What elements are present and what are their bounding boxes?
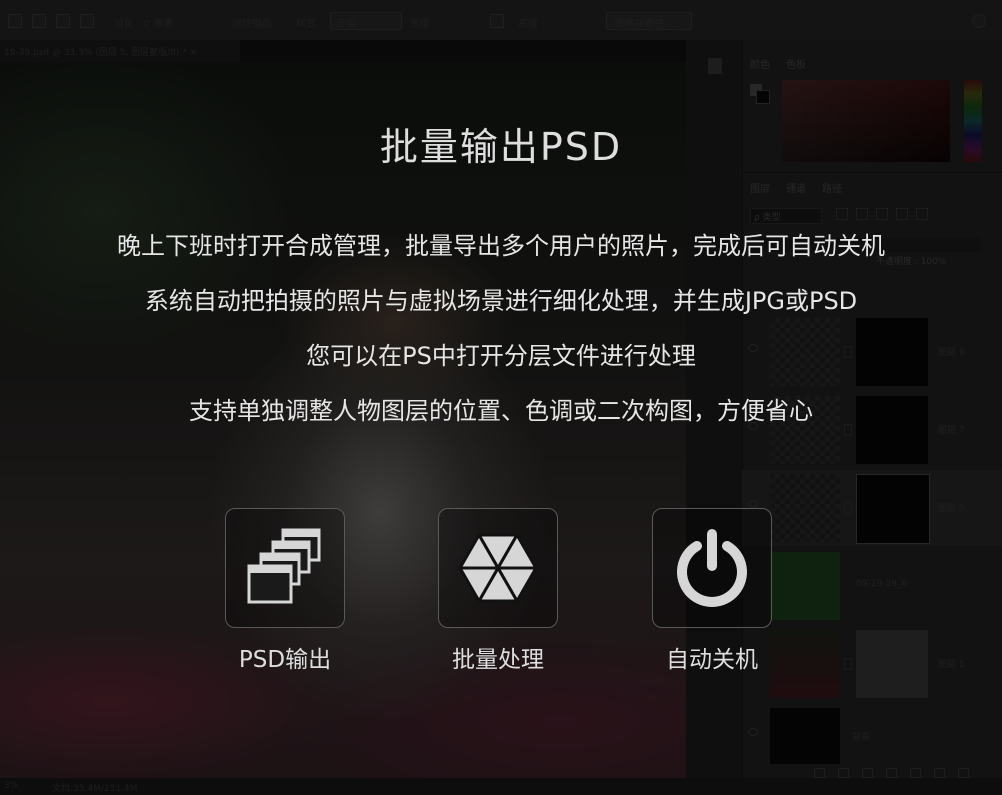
hexagon-segments-icon [458,533,538,603]
promo-line: 晚上下班时打开合成管理，批量导出多个用户的照片，完成后可自动关机 [117,232,885,260]
power-icon [677,529,747,607]
feature-label: 批量处理 [452,647,544,673]
feature-batch: 批量处理 [398,508,598,674]
promo-line: 系统自动把拍摄的照片与虚拟场景进行细化处理，并生成JPG或PSD [144,287,858,315]
feature-label: 自动关机 [666,647,758,673]
promo-line: 您可以在PS中打开分层文件进行处理 [306,342,696,370]
promo-line: 支持单独调整人物图层的位置、色调或二次构图，方便省心 [189,397,813,425]
batch-process-button[interactable] [438,508,558,628]
auto-shutdown-button[interactable] [652,508,772,628]
feature-shutdown: 自动关机 [612,508,812,674]
promo-overlay: 批量输出PSD 晚上下班时打开合成管理，批量导出多个用户的照片，完成后可自动关机… [0,0,1002,795]
promo-title: 批量输出PSD [379,125,623,169]
stacked-windows-icon [247,528,321,604]
psd-output-button[interactable] [225,508,345,628]
feature-psd-output: PSD输出 [185,508,385,674]
feature-label: PSD输出 [238,647,332,673]
